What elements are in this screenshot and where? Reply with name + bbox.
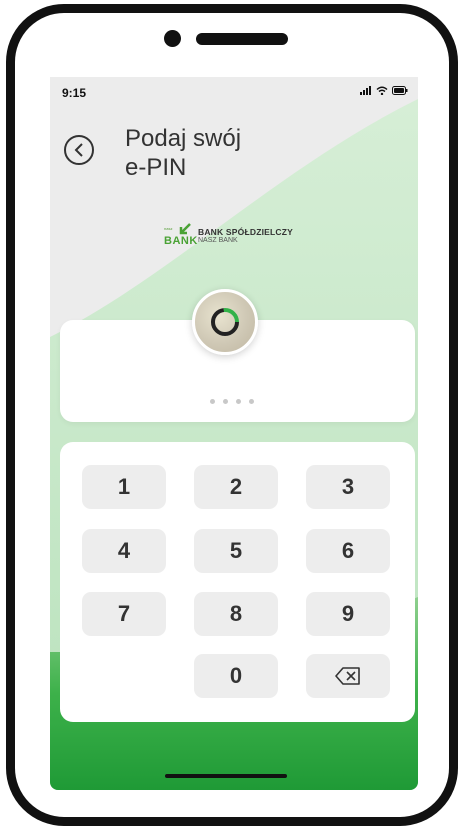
numeric-keypad: 1 2 3 4 5 6 7 8 9 0 bbox=[60, 442, 415, 722]
key-8[interactable]: 8 bbox=[194, 592, 278, 636]
back-button[interactable] bbox=[64, 135, 94, 165]
delete-button[interactable] bbox=[306, 654, 390, 698]
pin-dots bbox=[210, 399, 254, 404]
logo-mark-big: BANK bbox=[164, 235, 198, 247]
battery-icon bbox=[392, 86, 408, 95]
bank-logo: nasz BANK BANK SPÓŁDZIELCZY NASZ BANK bbox=[164, 223, 293, 249]
key-1[interactable]: 1 bbox=[82, 465, 166, 509]
wifi-icon bbox=[376, 86, 388, 95]
key-3[interactable]: 3 bbox=[306, 465, 390, 509]
arrow-logo-icon bbox=[179, 223, 191, 235]
logo-mark-small: nasz bbox=[164, 226, 173, 231]
bank-logo-mark: nasz BANK bbox=[164, 223, 197, 249]
key-9[interactable]: 9 bbox=[306, 592, 390, 636]
key-5[interactable]: 5 bbox=[194, 529, 278, 573]
key-7[interactable]: 7 bbox=[82, 592, 166, 636]
chevron-left-icon bbox=[74, 143, 83, 157]
pin-dot bbox=[236, 399, 241, 404]
status-icons bbox=[360, 86, 408, 95]
speaker-bar bbox=[196, 33, 288, 45]
profile-avatar-icon bbox=[192, 289, 258, 355]
pin-dot bbox=[249, 399, 254, 404]
bank-subtitle: NASZ BANK bbox=[198, 237, 238, 244]
page-title: Podaj swój e-PIN bbox=[125, 125, 242, 181]
loading-spinner-icon bbox=[211, 308, 239, 336]
key-4[interactable]: 4 bbox=[82, 529, 166, 573]
pin-dot bbox=[210, 399, 215, 404]
bank-name: BANK SPÓŁDZIELCZY bbox=[198, 227, 294, 237]
backspace-icon bbox=[335, 667, 360, 685]
key-6[interactable]: 6 bbox=[306, 529, 390, 573]
key-2[interactable]: 2 bbox=[194, 465, 278, 509]
key-0[interactable]: 0 bbox=[194, 654, 278, 698]
home-indicator[interactable] bbox=[165, 774, 287, 778]
camera-dot bbox=[164, 30, 181, 47]
status-time: 9:15 bbox=[62, 86, 87, 100]
pin-dot bbox=[223, 399, 228, 404]
app-screen: 9:15 Podaj swój e-PIN nasz BANK BANK SPÓ… bbox=[50, 77, 418, 790]
signal-icon bbox=[360, 86, 371, 95]
